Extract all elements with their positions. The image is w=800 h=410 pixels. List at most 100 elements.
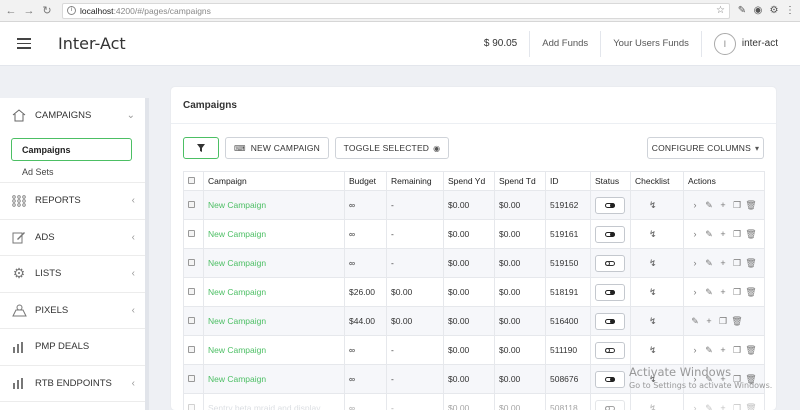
reload-icon[interactable]: ↻ bbox=[40, 4, 54, 18]
copy-icon[interactable]: ❐ bbox=[730, 258, 744, 269]
stethoscope-icon[interactable]: ↯ bbox=[635, 200, 657, 210]
trash-icon[interactable]: 🗑 bbox=[744, 200, 758, 211]
row-checkbox[interactable] bbox=[188, 201, 195, 208]
status-toggle[interactable] bbox=[595, 341, 625, 359]
edit-icon[interactable]: ✎ bbox=[702, 229, 716, 240]
edit-icon[interactable]: ✎ bbox=[702, 200, 716, 211]
column-header[interactable]: Campaign bbox=[203, 171, 345, 191]
column-header[interactable]: Remaining bbox=[386, 171, 444, 191]
eyedropper-icon[interactable]: ✎ bbox=[734, 5, 750, 16]
menu-dots-icon[interactable]: ⋮ bbox=[782, 5, 798, 16]
status-toggle[interactable] bbox=[595, 196, 625, 214]
column-header[interactable]: ID bbox=[545, 171, 591, 191]
address-bar[interactable]: i localhost:4200/#/pages/campaigns ☆ bbox=[62, 2, 730, 19]
stethoscope-icon[interactable]: ↯ bbox=[635, 258, 657, 268]
status-toggle[interactable] bbox=[595, 283, 625, 301]
column-header[interactable]: Spend Yd bbox=[443, 171, 495, 191]
status-toggle[interactable] bbox=[595, 312, 625, 330]
row-checkbox[interactable] bbox=[188, 404, 195, 410]
row-checkbox[interactable] bbox=[188, 375, 195, 382]
sidebar-item-pmp-deals[interactable]: PMP DEALS bbox=[0, 329, 145, 366]
trash-icon[interactable]: 🗑 bbox=[744, 287, 758, 298]
copy-icon[interactable]: ❐ bbox=[716, 316, 730, 327]
new-campaign-button[interactable]: ⌨ NEW CAMPAIGN bbox=[225, 137, 329, 159]
sidebar-item-ads[interactable]: ADS ‹ bbox=[0, 220, 145, 256]
chevron-right-icon[interactable]: › bbox=[688, 200, 702, 210]
campaign-link[interactable]: New Campaign bbox=[208, 316, 266, 326]
sidebar-item-pixels[interactable]: PIXELS ‹ bbox=[0, 293, 145, 329]
row-checkbox[interactable] bbox=[188, 259, 195, 266]
edit-icon[interactable]: ✎ bbox=[688, 316, 702, 327]
settings-icon[interactable]: ⚙ bbox=[766, 5, 782, 16]
stethoscope-icon[interactable]: ↯ bbox=[635, 229, 657, 239]
bookmark-star-icon[interactable]: ☆ bbox=[716, 5, 725, 16]
trash-icon[interactable]: 🗑 bbox=[744, 403, 758, 410]
plus-icon[interactable]: + bbox=[716, 403, 730, 410]
plus-icon[interactable]: + bbox=[716, 258, 730, 268]
toggle-selected-button[interactable]: TOGGLE SELECTED ◉ bbox=[335, 137, 449, 159]
campaign-link[interactable]: New Campaign bbox=[208, 345, 266, 355]
row-checkbox[interactable] bbox=[188, 317, 195, 324]
add-funds-link[interactable]: Add Funds bbox=[529, 30, 600, 57]
plus-icon[interactable]: + bbox=[716, 200, 730, 210]
trash-icon[interactable]: 🗑 bbox=[744, 258, 758, 269]
copy-icon[interactable]: ❐ bbox=[730, 200, 744, 211]
edit-icon[interactable]: ✎ bbox=[702, 258, 716, 269]
sidebar-item-campaigns[interactable]: CAMPAIGNS ⌄ bbox=[0, 98, 145, 132]
users-funds-link[interactable]: Your Users Funds bbox=[600, 30, 701, 57]
row-checkbox[interactable] bbox=[188, 346, 195, 353]
camera-icon[interactable]: ◉ bbox=[750, 5, 766, 16]
filter-button[interactable] bbox=[183, 137, 219, 159]
plus-icon[interactable]: + bbox=[702, 316, 716, 326]
copy-icon[interactable]: ❐ bbox=[730, 403, 744, 410]
chevron-right-icon[interactable]: › bbox=[688, 287, 702, 297]
column-header[interactable]: Status bbox=[590, 171, 631, 191]
plus-icon[interactable]: + bbox=[716, 345, 730, 355]
hamburger-menu-icon[interactable] bbox=[17, 38, 31, 49]
campaign-link[interactable]: New Campaign bbox=[208, 287, 266, 297]
chevron-right-icon[interactable]: › bbox=[688, 229, 702, 239]
sidebar-item-lists[interactable]: ⚙ LISTS ‹ bbox=[0, 256, 145, 293]
campaign-link[interactable]: New Campaign bbox=[208, 229, 266, 239]
status-toggle[interactable] bbox=[595, 225, 625, 243]
chevron-right-icon[interactable]: › bbox=[688, 258, 702, 268]
chevron-right-icon[interactable]: › bbox=[688, 345, 702, 355]
column-header[interactable]: Spend Td bbox=[494, 171, 546, 191]
user-menu[interactable]: I inter-act bbox=[700, 30, 800, 57]
edit-icon[interactable]: ✎ bbox=[702, 345, 716, 356]
campaign-link[interactable]: Sentry beta mraid and display bbox=[208, 403, 320, 410]
status-toggle[interactable] bbox=[595, 399, 625, 410]
row-checkbox[interactable] bbox=[188, 230, 195, 237]
sidebar-item-reports[interactable]: REPORTS ‹ bbox=[0, 183, 145, 220]
status-toggle[interactable] bbox=[595, 254, 625, 272]
chevron-right-icon[interactable]: › bbox=[688, 403, 702, 410]
configure-columns-button[interactable]: CONFIGURE COLUMNS ▾ bbox=[647, 137, 764, 159]
row-checkbox[interactable] bbox=[188, 288, 195, 295]
sidebar-item-rtb-endpoints[interactable]: RTB ENDPOINTS ‹ bbox=[0, 366, 145, 402]
trash-icon[interactable]: 🗑 bbox=[730, 316, 744, 327]
stethoscope-icon[interactable]: ↯ bbox=[635, 287, 657, 297]
status-toggle[interactable] bbox=[595, 370, 625, 388]
back-icon[interactable]: ← bbox=[4, 4, 18, 18]
campaign-link[interactable]: New Campaign bbox=[208, 200, 266, 210]
trash-icon[interactable]: 🗑 bbox=[744, 345, 758, 356]
copy-icon[interactable]: ❐ bbox=[730, 345, 744, 356]
stethoscope-icon[interactable]: ↯ bbox=[635, 345, 657, 355]
column-header[interactable]: Budget bbox=[344, 171, 387, 191]
edit-icon[interactable]: ✎ bbox=[702, 403, 716, 410]
stethoscope-icon[interactable]: ↯ bbox=[635, 403, 657, 410]
copy-icon[interactable]: ❐ bbox=[730, 287, 744, 298]
info-icon[interactable]: i bbox=[67, 6, 76, 15]
sidebar-subitem-ad-sets[interactable]: Ad Sets bbox=[0, 161, 145, 183]
plus-icon[interactable]: + bbox=[716, 287, 730, 297]
trash-icon[interactable]: 🗑 bbox=[744, 229, 758, 240]
copy-icon[interactable]: ❐ bbox=[730, 229, 744, 240]
forward-icon[interactable]: → bbox=[22, 4, 36, 18]
edit-icon[interactable]: ✎ bbox=[702, 287, 716, 298]
campaign-link[interactable]: New Campaign bbox=[208, 374, 266, 384]
campaign-link[interactable]: New Campaign bbox=[208, 258, 266, 268]
stethoscope-icon[interactable]: ↯ bbox=[635, 316, 657, 326]
column-header[interactable]: Checklist bbox=[630, 171, 684, 191]
sidebar-subitem-campaigns[interactable]: Campaigns bbox=[11, 138, 132, 161]
select-all-checkbox[interactable] bbox=[188, 177, 195, 184]
